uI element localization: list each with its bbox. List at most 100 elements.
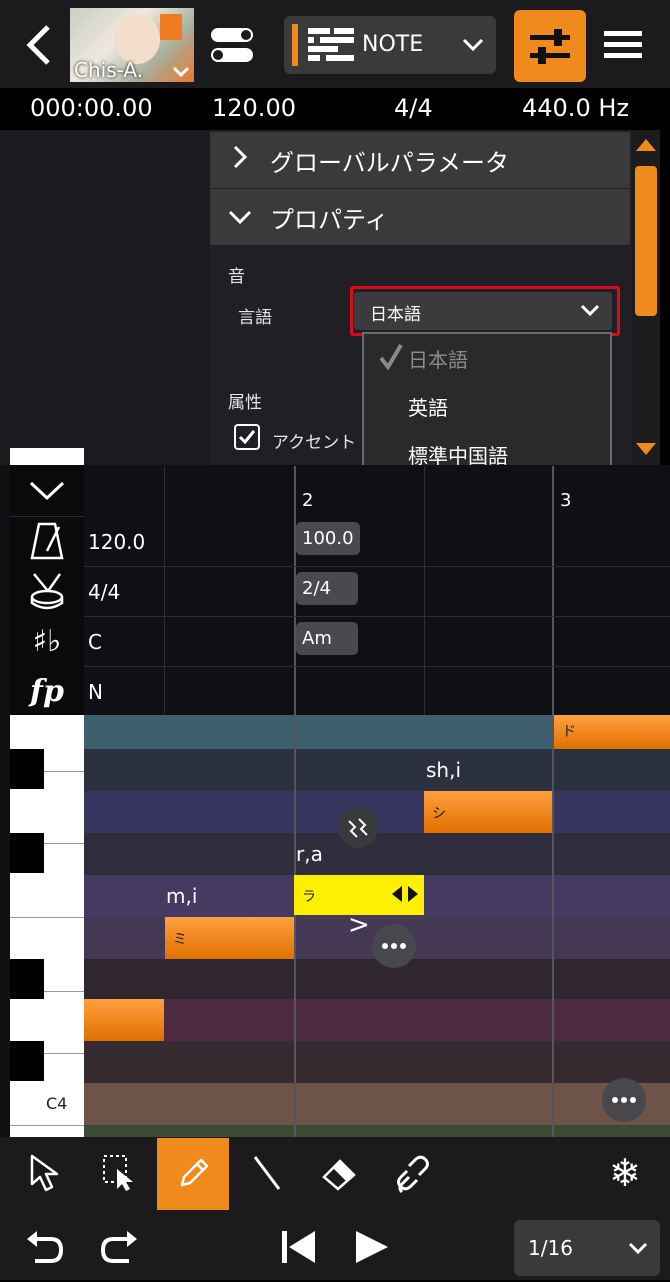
language-label: 言語	[238, 308, 272, 328]
accent-checkbox[interactable]	[234, 424, 260, 450]
note-lyric-mi: ミ	[173, 932, 187, 948]
language-option-english[interactable]: 英語	[408, 392, 448, 421]
more-icon	[612, 1097, 636, 1103]
chevron-down-icon	[210, 202, 270, 232]
pencil-tool-button[interactable]	[157, 1138, 229, 1210]
freeze-button[interactable]: ❄	[590, 1138, 660, 1208]
key-change-chip[interactable]: Am	[296, 622, 358, 655]
mode-label: NOTE	[362, 32, 424, 57]
menu-button[interactable]	[600, 22, 646, 68]
panel-scrollbar[interactable]	[632, 130, 660, 465]
properties-header[interactable]: プロパティ	[210, 189, 630, 245]
singer-name: Chis-A.	[74, 58, 144, 82]
grid-options-button[interactable]	[602, 1078, 646, 1122]
language-option-japanese[interactable]: 日本語	[408, 344, 468, 373]
piano-black-key[interactable]	[10, 959, 44, 999]
beat-change-chip[interactable]: 2/4	[296, 572, 358, 605]
measure-label-3: 3	[560, 490, 572, 511]
note-mi[interactable]: ミ	[165, 917, 294, 959]
piano-black-key[interactable]	[10, 833, 44, 873]
note-lyric-do: ド	[562, 724, 576, 740]
note-do[interactable]: ド	[554, 715, 670, 749]
pitch-row[interactable]	[84, 1083, 670, 1125]
page-selector[interactable]: 1/16	[514, 1220, 660, 1276]
note-options-button[interactable]	[372, 924, 416, 968]
sharp-flat-icon: ♯♭	[32, 623, 62, 659]
back-button[interactable]	[14, 18, 64, 72]
scrollbar-thumb[interactable]	[635, 166, 657, 316]
rewind-button[interactable]	[264, 1212, 334, 1282]
play-button[interactable]	[336, 1212, 406, 1282]
chevron-left-icon	[26, 25, 50, 65]
mixer-settings-button[interactable]	[514, 10, 586, 82]
beat-value: 4/4	[88, 580, 121, 604]
scroll-up-icon[interactable]	[635, 138, 657, 152]
measure-line-3	[552, 715, 554, 1137]
pitch-row[interactable]	[84, 999, 670, 1041]
key-track-header[interactable]: ♯♭	[10, 616, 84, 666]
beat-display: 4/4	[394, 94, 433, 122]
tempo-value: 120.0	[88, 530, 146, 554]
pencil-icon	[180, 1158, 209, 1187]
line-icon	[253, 1156, 281, 1190]
global-params-header[interactable]: グローバルパラメータ	[210, 132, 630, 188]
dynamics-track[interactable]: N	[84, 666, 670, 717]
mode-selector[interactable]: NOTE	[284, 16, 496, 74]
pitch-row[interactable]	[84, 1041, 670, 1083]
sliders-icon	[530, 29, 570, 64]
pitch-row[interactable]	[84, 959, 670, 999]
beat-track[interactable]: 4/4 2/4	[84, 566, 670, 617]
pitch-row[interactable]	[84, 1125, 670, 1137]
eraser-tool-button[interactable]	[304, 1138, 374, 1208]
accent-label: アクセント	[272, 433, 357, 453]
chevron-down-icon	[172, 66, 190, 78]
tempo-track[interactable]: 120.0 100.0	[84, 516, 670, 567]
note-unnamed[interactable]	[84, 999, 164, 1041]
pitch-row[interactable]	[84, 749, 670, 791]
lyric-mi: m,i	[166, 884, 198, 908]
piano-black-key[interactable]	[10, 749, 44, 789]
toggle-icon	[211, 28, 253, 62]
language-menu: 日本語 英語 標準中国語	[362, 332, 612, 472]
tempo-change-chip[interactable]: 100.0	[296, 522, 360, 555]
beat-track-header[interactable]	[10, 566, 84, 616]
singer-selector[interactable]: Chis-A.	[70, 8, 194, 82]
avatar-face	[114, 14, 160, 64]
key-track[interactable]: C Am	[84, 616, 670, 667]
view-toggle-button[interactable]	[206, 22, 258, 68]
dynamics-track-header[interactable]: fp	[10, 666, 84, 716]
pitch-row[interactable]	[84, 833, 670, 875]
chevron-down-icon	[29, 481, 65, 501]
arrow-pointer-icon	[30, 1154, 59, 1192]
checkmark-icon	[379, 343, 403, 370]
drum-icon	[30, 573, 64, 610]
undo-icon	[27, 1231, 64, 1263]
resize-handle-icon[interactable]	[390, 885, 420, 903]
line-tool-button[interactable]	[232, 1138, 302, 1208]
page-indicator: 1/16	[528, 1236, 573, 1260]
ruler-white-strip	[10, 448, 84, 465]
selection-icon	[103, 1155, 133, 1191]
arrow-tool-button[interactable]	[10, 1138, 80, 1208]
tempo-track-header[interactable]	[10, 516, 84, 566]
undo-button[interactable]	[10, 1212, 80, 1282]
break-icon[interactable]	[338, 808, 378, 848]
select-tool-button[interactable]	[84, 1138, 154, 1208]
note-shi[interactable]: シ	[424, 791, 552, 833]
link-tool-button[interactable]	[378, 1138, 448, 1208]
avatar-hair-accent	[160, 14, 182, 40]
top-bar: Chis-A. NOTE	[0, 0, 670, 88]
piano-key-divider	[10, 917, 84, 918]
dropdown-highlight-frame	[350, 286, 620, 336]
redo-button[interactable]	[84, 1212, 154, 1282]
lyric-shi: sh,i	[426, 758, 462, 782]
more-icon	[382, 943, 406, 949]
scroll-down-icon[interactable]	[635, 442, 657, 456]
note-ra-selected[interactable]: ラ	[294, 875, 424, 915]
tempo-display: 120.00	[212, 94, 296, 122]
measure-label-2: 2	[302, 490, 314, 511]
piano-black-key[interactable]	[10, 1041, 44, 1081]
panel-blank-area	[0, 130, 210, 465]
global-params-label: グローバルパラメータ	[270, 148, 510, 177]
collapse-tracks-button[interactable]	[10, 466, 84, 517]
